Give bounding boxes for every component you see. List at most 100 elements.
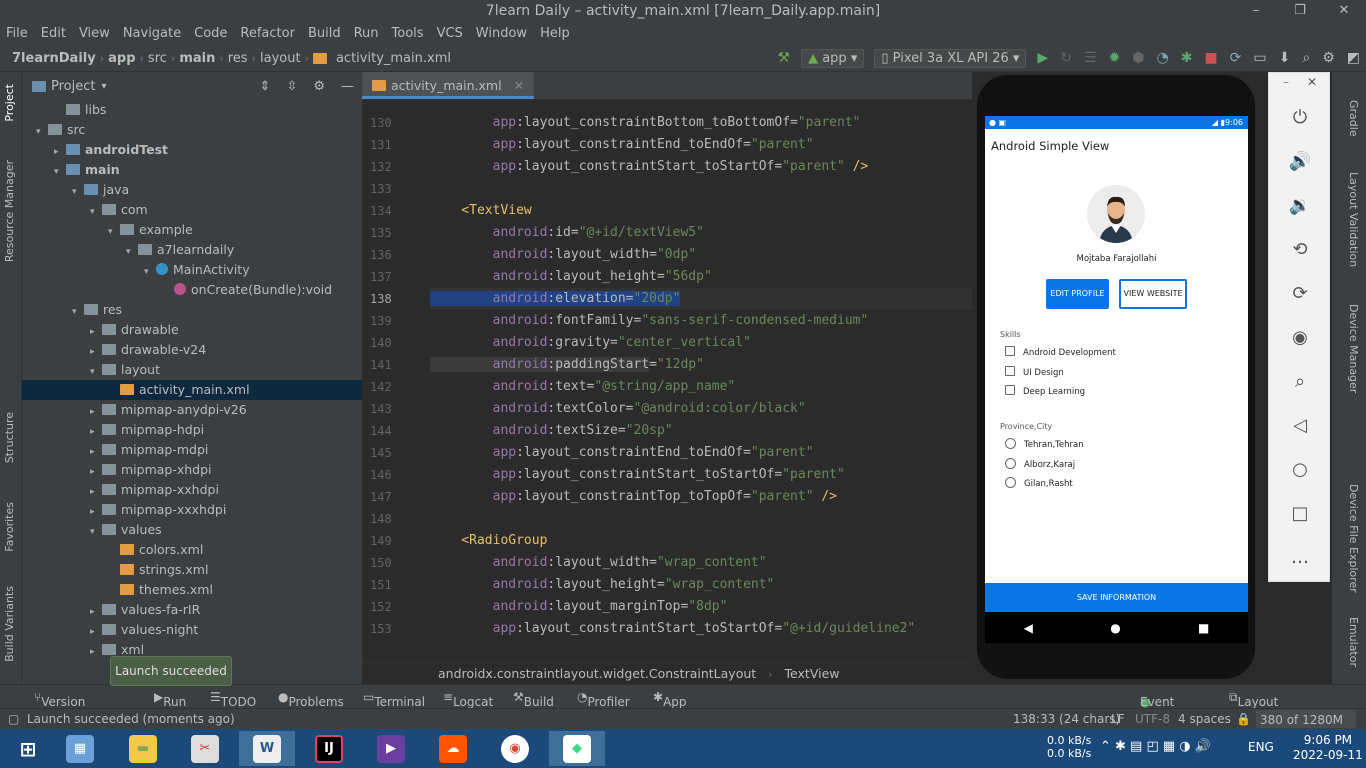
tree-item[interactable]: libs [22, 100, 362, 120]
view-website-button[interactable]: VIEW WEBSITE [1119, 279, 1187, 309]
close-icon[interactable]: ✕ [1307, 75, 1317, 89]
tab-layout-inspector[interactable]: ⧉ Layout Inspector [1229, 690, 1294, 723]
menu-vcs[interactable]: VCS [431, 23, 470, 45]
city-radio[interactable]: Gilan,Rasht [990, 475, 1240, 495]
tool-device-file-explorer[interactable]: Device File Explorer [1347, 484, 1360, 593]
profile-icon[interactable]: ◔ [1156, 50, 1168, 66]
chevron-right-icon[interactable]: ▸ [90, 642, 102, 662]
overview-icon[interactable]: □ [1287, 500, 1313, 526]
code-line[interactable]: android:gravity="center_vertical" [430, 332, 972, 354]
expand-all-icon[interactable]: ⇕ [260, 79, 271, 94]
menu-build[interactable]: Build [302, 23, 348, 45]
chevron-down-icon[interactable]: ▾ [144, 262, 156, 282]
menu-view[interactable]: View [73, 23, 117, 45]
tool-gradle[interactable]: Gradle [1347, 100, 1360, 137]
taskbar-android-studio[interactable]: ◆ [549, 731, 605, 766]
skill-checkbox[interactable]: UI Design [990, 364, 1240, 384]
lock-icon[interactable]: 🔒 [1236, 712, 1251, 726]
chevron-right-icon[interactable]: ▸ [90, 402, 102, 422]
tree-item[interactable]: ▸ mipmap-xhdpi [22, 460, 362, 480]
tree-item[interactable]: ▾ java [22, 180, 362, 200]
tree-item[interactable]: strings.xml [22, 560, 362, 580]
city-radio[interactable]: Tehran,Tehran [990, 436, 1240, 456]
chevron-right-icon[interactable]: ▸ [90, 442, 102, 462]
tree-item[interactable]: ▾ example [22, 220, 362, 240]
tree-item[interactable]: ▾ res [22, 300, 362, 320]
chevron-right-icon[interactable]: ▸ [90, 502, 102, 522]
skill-checkbox[interactable]: Android Development [990, 344, 1240, 364]
code-line[interactable]: <TextView [430, 200, 972, 222]
clock[interactable]: 9:06 PM 2022-09-11 [1293, 733, 1363, 763]
tree-item[interactable]: onCreate(Bundle):void [22, 280, 362, 300]
device-select[interactable]: ▯ Pixel 3a XL API 26 ▾ [874, 48, 1027, 68]
attach-icon[interactable]: ⬢ [1132, 50, 1144, 66]
code-line[interactable]: app:layout_constraintBottom_toBottomOf="… [430, 112, 972, 134]
more-icon[interactable]: … [1287, 544, 1313, 570]
breadcrumb-layout[interactable]: layout [256, 51, 305, 66]
breadcrumb-res[interactable]: res [224, 51, 252, 66]
code-line[interactable]: android:layout_width="0dp" [430, 244, 972, 266]
gear-icon[interactable]: ⚙ [313, 79, 325, 94]
save-information-button[interactable]: SAVE INFORMATION [985, 583, 1248, 612]
chevron-down-icon[interactable]: ▾ [54, 162, 66, 182]
tree-item[interactable]: ▸ mipmap-xxhdpi [22, 480, 362, 500]
menu-run[interactable]: Run [348, 23, 386, 45]
minimize-button[interactable]: – [1234, 0, 1278, 23]
tool-resource-manager[interactable]: Resource Manager [3, 160, 16, 262]
tree-item[interactable]: ▾ src [22, 120, 362, 140]
chevron-right-icon[interactable]: ▸ [90, 322, 102, 342]
taskbar-intellij[interactable]: IJ [301, 731, 357, 766]
tab-activity-main[interactable]: activity_main.xml ✕ [362, 72, 535, 99]
tree-item[interactable]: ▸ values-night [22, 620, 362, 640]
home-icon[interactable]: ○ [1287, 456, 1313, 482]
memory-indicator[interactable]: 380 of 1280M [1256, 710, 1356, 728]
rerun-icon[interactable]: ↻ [1060, 50, 1072, 66]
taskbar-word[interactable]: W [239, 731, 295, 766]
tool-build-variants[interactable]: Build Variants [3, 586, 16, 662]
chevron-down-icon[interactable]: ▾ [36, 122, 48, 142]
tab-version-control[interactable]: ⑂ Version Control [34, 690, 85, 723]
chevron-right-icon[interactable]: ▸ [90, 622, 102, 642]
menu-code[interactable]: Code [188, 23, 234, 45]
chevron-down-icon[interactable]: ▾ [72, 302, 84, 322]
stop-icon[interactable]: ■ [1204, 50, 1217, 66]
breadcrumb-app[interactable]: app [104, 51, 139, 66]
chevron-down-icon[interactable]: ▾ [90, 202, 102, 222]
chevron-down-icon[interactable]: ▾ [72, 182, 84, 202]
tree-item[interactable]: activity_main.xml [22, 380, 362, 400]
code-line[interactable] [430, 508, 972, 530]
chevron-right-icon[interactable]: ▸ [90, 422, 102, 442]
tab-run[interactable]: ▶ Run [154, 690, 186, 709]
tree-item[interactable]: ▾ values [22, 520, 362, 540]
code-line[interactable]: android:id="@+id/textView5" [430, 222, 972, 244]
breadcrumb-constraintlayout[interactable]: androidx.constraintlayout.widget.Constra… [438, 666, 756, 681]
tree-item[interactable]: ▸ mipmap-xxxhdpi [22, 500, 362, 520]
breadcrumb-src[interactable]: src [144, 51, 171, 66]
tab-todo[interactable]: ☰ TODO [210, 690, 256, 709]
code-line[interactable]: app:layout_constraintStart_toStartOf="pa… [430, 156, 972, 178]
tree-item[interactable]: ▸ mipmap-mdpi [22, 440, 362, 460]
taskbar-explorer[interactable]: ▬ [115, 731, 171, 766]
rotate-left-icon[interactable]: ⟲ [1287, 236, 1313, 262]
taskbar-snipping[interactable]: ✂ [177, 731, 233, 766]
tree-item[interactable]: ▸ drawable [22, 320, 362, 340]
tool-emulator[interactable]: Emulator [1347, 617, 1360, 667]
chevron-right-icon[interactable]: ▸ [54, 142, 66, 162]
tree-item[interactable]: ▸ androidTest [22, 140, 362, 160]
tree-item[interactable]: ▾ a7learndaily [22, 240, 362, 260]
run-config-select[interactable]: ▲ app ▾ [801, 48, 865, 68]
status-message[interactable]: Launch succeeded (moments ago) [27, 712, 235, 726]
maximize-button[interactable]: ❐ [1278, 0, 1322, 23]
sdk-manager-icon[interactable]: ⬇ [1279, 50, 1291, 66]
device-manager-icon[interactable]: ▭ [1253, 50, 1266, 66]
code-line[interactable]: android:paddingStart="12dp" [430, 354, 972, 376]
tree-item[interactable]: ▾ com [22, 200, 362, 220]
code-line[interactable]: <RadioGroup [430, 530, 972, 552]
power-icon[interactable]: ⏻ [1287, 104, 1313, 130]
tree-item[interactable]: ▸ mipmap-hdpi [22, 420, 362, 440]
code-line[interactable]: android:layout_height="56dp" [430, 266, 972, 288]
code-line[interactable]: android:textSize="20sp" [430, 420, 972, 442]
taskbar-soundcloud[interactable]: ☁ [425, 731, 481, 766]
code-line[interactable]: app:layout_constraintStart_toStartOf="pa… [430, 464, 972, 486]
caret-position[interactable]: 138:33 (24 chars) [1013, 712, 1120, 726]
